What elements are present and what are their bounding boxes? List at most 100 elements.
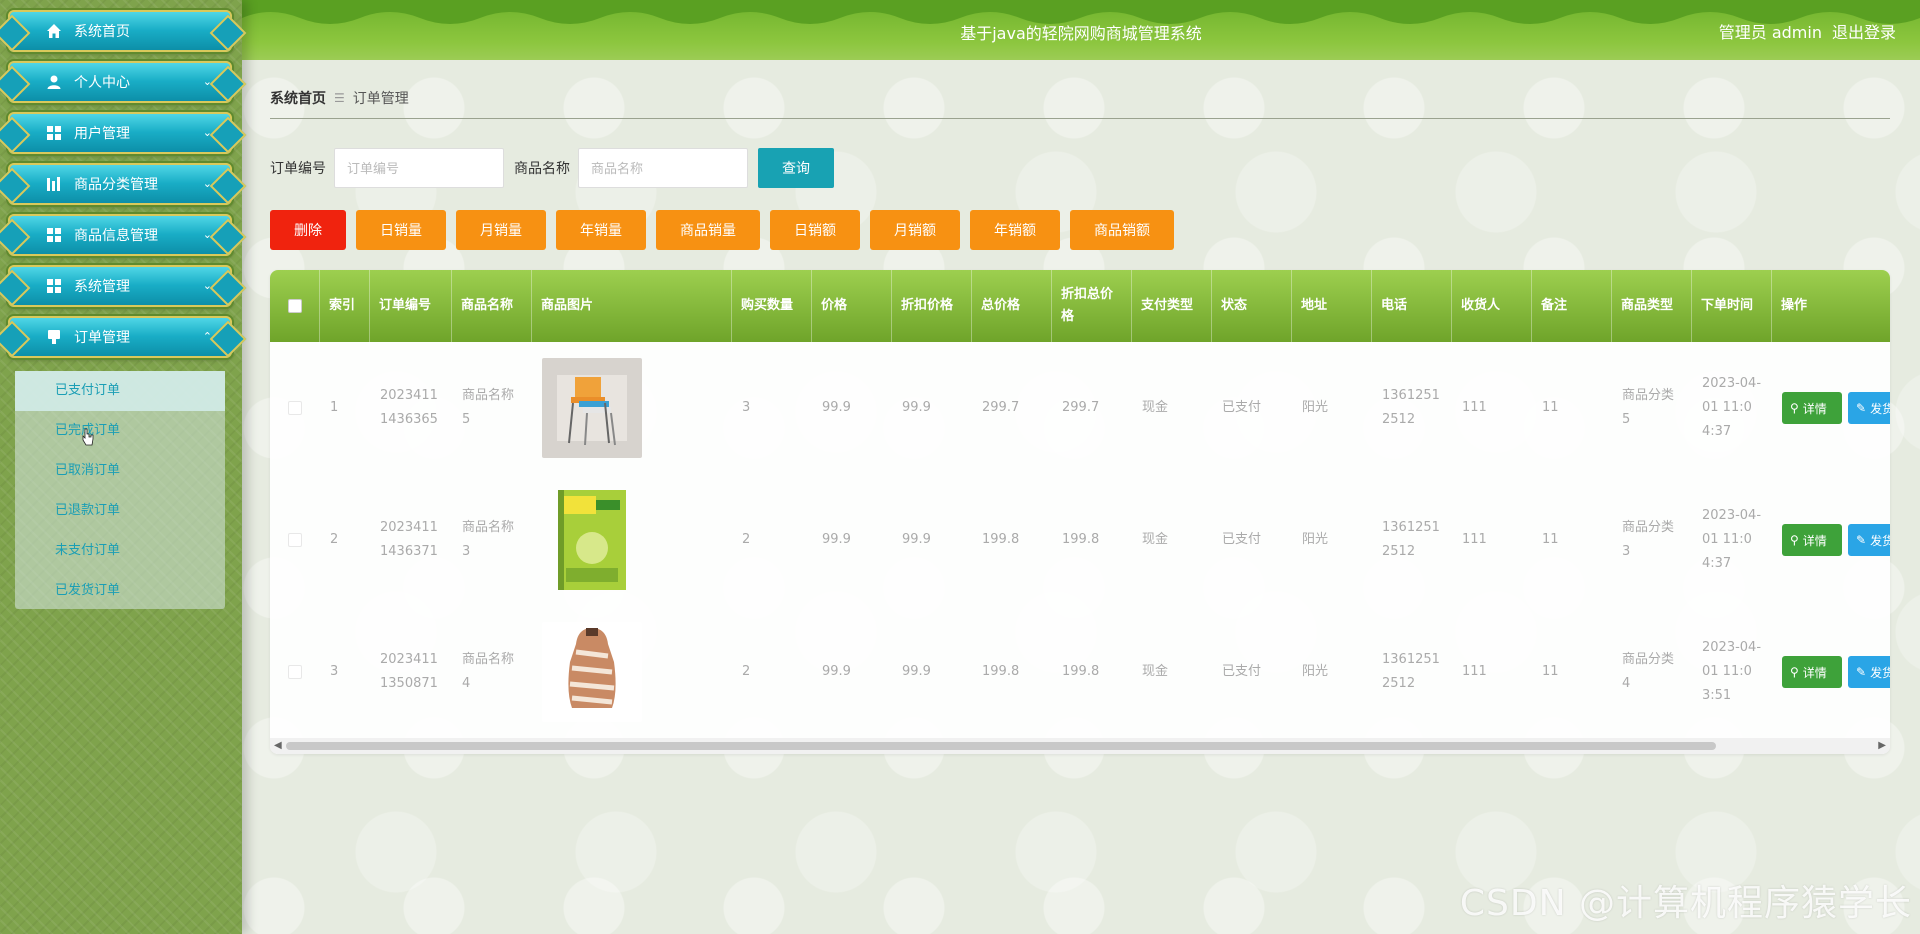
yearly-sales-qty-button[interactable]: 年销量 bbox=[556, 210, 646, 250]
product-sales-amount-button[interactable]: 商品销额 bbox=[1070, 210, 1174, 250]
cell-order-no: 20234111436371 bbox=[380, 520, 438, 559]
header-receiver: 收货人 bbox=[1452, 270, 1532, 342]
header-status: 状态 bbox=[1212, 270, 1292, 342]
submenu-item-cancelled[interactable]: 已取消订单 bbox=[15, 451, 225, 491]
detail-button[interactable]: ⚲ 详情 bbox=[1782, 656, 1842, 688]
ship-button[interactable]: ✎ 发货 bbox=[1848, 392, 1890, 424]
grid-icon bbox=[46, 278, 62, 294]
monthly-sales-qty-button[interactable]: 月销量 bbox=[456, 210, 546, 250]
header-select-all[interactable] bbox=[270, 270, 320, 342]
row-checkbox[interactable] bbox=[270, 474, 320, 606]
detail-button-label: 详情 bbox=[1802, 533, 1827, 548]
horizontal-scrollbar[interactable]: ◀ ▶ bbox=[270, 738, 1890, 754]
cell-discount-price: 99.9 bbox=[902, 400, 931, 415]
cell-remark: 11 bbox=[1542, 664, 1559, 679]
cell-remark: 11 bbox=[1542, 532, 1559, 547]
breadcrumb-separator: ☰ bbox=[334, 91, 345, 105]
header-discount-total: 折扣总价格 bbox=[1052, 270, 1132, 342]
header-qty: 购买数量 bbox=[732, 270, 812, 342]
cell-qty: 2 bbox=[742, 664, 751, 679]
submenu-item-unpaid[interactable]: 未支付订单 bbox=[15, 531, 225, 571]
chart-icon bbox=[46, 176, 62, 192]
product-image-backpack bbox=[542, 622, 642, 722]
ship-button-label: 发货 bbox=[1870, 401, 1890, 416]
header-order-time: 下单时间 bbox=[1692, 270, 1772, 342]
cell-product-name: 商品名称5 bbox=[462, 388, 515, 427]
sidebar-item-label: 系统首页 bbox=[74, 24, 130, 40]
delete-button[interactable]: 删除 bbox=[270, 210, 346, 250]
cell-product-image bbox=[532, 606, 732, 738]
cell-order-no: 20234111436365 bbox=[380, 388, 438, 427]
breadcrumb-home[interactable]: 系统首页 bbox=[270, 88, 326, 108]
sidebar-item-orders[interactable]: 订单管理 ⌃ bbox=[8, 316, 232, 358]
cell-phone: 13612512512 bbox=[1382, 520, 1440, 559]
search-icon: ⚲ bbox=[1790, 401, 1799, 415]
daily-sales-qty-button[interactable]: 日销量 bbox=[356, 210, 446, 250]
sidebar-item-label: 用户管理 bbox=[74, 126, 130, 142]
submenu-item-refunded[interactable]: 已退款订单 bbox=[15, 491, 225, 531]
search-button[interactable]: 查询 bbox=[758, 148, 834, 188]
sidebar-item-profile[interactable]: 个人中心 ⌄ bbox=[8, 61, 232, 103]
cell-product-image bbox=[532, 474, 732, 606]
cell-address: 阳光 bbox=[1302, 664, 1329, 679]
sidebar-item-category[interactable]: 商品分类管理 ⌄ bbox=[8, 163, 232, 205]
submenu-item-shipped[interactable]: 已发货订单 bbox=[15, 571, 225, 611]
daily-sales-amount-button[interactable]: 日销额 bbox=[770, 210, 860, 250]
monthly-sales-amount-button[interactable]: 月销额 bbox=[870, 210, 960, 250]
product-name-input[interactable] bbox=[578, 148, 748, 188]
order-no-input[interactable] bbox=[334, 148, 504, 188]
header-category: 商品类型 bbox=[1612, 270, 1692, 342]
header-order-no: 订单编号 bbox=[370, 270, 452, 342]
row-checkbox[interactable] bbox=[270, 342, 320, 474]
cell-discount-price: 99.9 bbox=[902, 532, 931, 547]
scroll-left-arrow-icon[interactable]: ◀ bbox=[274, 740, 282, 751]
main-content: 系统首页 ☰ 订单管理 订单编号 商品名称 查询 删除 日销量 月销量 年销量 … bbox=[242, 60, 1920, 934]
sidebar-item-products[interactable]: 商品信息管理 ⌄ bbox=[8, 214, 232, 256]
hand-cursor-icon bbox=[82, 428, 94, 446]
sidebar-item-users[interactable]: 用户管理 ⌄ bbox=[8, 112, 232, 154]
row-checkbox[interactable] bbox=[270, 606, 320, 738]
scroll-right-arrow-icon[interactable]: ▶ bbox=[1878, 740, 1886, 751]
cell-pay-type: 现金 bbox=[1142, 532, 1169, 547]
edit-icon: ✎ bbox=[1856, 401, 1867, 415]
ship-button[interactable]: ✎ 发货 bbox=[1848, 656, 1890, 688]
header-phone: 电话 bbox=[1372, 270, 1452, 342]
cell-price: 99.9 bbox=[822, 400, 851, 415]
cell-pay-type: 现金 bbox=[1142, 400, 1169, 415]
ship-button[interactable]: ✎ 发货 bbox=[1848, 524, 1890, 556]
ship-button-label: 发货 bbox=[1870, 665, 1890, 680]
cell-order-time: 2023-04-01 11:03:51 bbox=[1702, 640, 1762, 703]
cell-status: 已支付 bbox=[1222, 532, 1262, 547]
edit-icon: ✎ bbox=[1856, 533, 1867, 547]
header-product-name: 商品名称 bbox=[452, 270, 532, 342]
search-icon: ⚲ bbox=[1790, 665, 1799, 679]
sidebar-item-label: 系统管理 bbox=[74, 279, 130, 295]
scrollbar-thumb[interactable] bbox=[286, 742, 1716, 750]
order-no-label: 订单编号 bbox=[270, 161, 326, 177]
header-total: 总价格 bbox=[972, 270, 1052, 342]
cell-category: 商品分类3 bbox=[1622, 520, 1675, 559]
cell-product-image bbox=[532, 342, 732, 474]
submenu-item-completed[interactable]: 已完成订单 bbox=[15, 411, 225, 451]
logout-link[interactable]: 退出登录 bbox=[1832, 19, 1896, 43]
cell-order-time: 2023-04-01 11:04:37 bbox=[1702, 508, 1762, 571]
current-user: 管理员 admin bbox=[1718, 23, 1822, 42]
cell-address: 阳光 bbox=[1302, 532, 1329, 547]
cell-receiver: 111 bbox=[1462, 400, 1487, 415]
chevron-down-icon: ⌄ bbox=[202, 177, 212, 190]
sidebar-item-system[interactable]: 系统管理 ⌄ bbox=[8, 265, 232, 307]
sidebar-item-label: 商品信息管理 bbox=[74, 228, 158, 244]
detail-button[interactable]: ⚲ 详情 bbox=[1782, 392, 1842, 424]
yearly-sales-amount-button[interactable]: 年销额 bbox=[970, 210, 1060, 250]
submenu-item-paid[interactable]: 已支付订单 bbox=[15, 371, 225, 411]
table-row: 1 20234111436365 商品名称5 3 99.9 99.9 299.7… bbox=[270, 342, 1890, 474]
cell-discount-total: 299.7 bbox=[1062, 400, 1100, 415]
sidebar-item-home[interactable]: 系统首页 bbox=[8, 10, 232, 52]
detail-button[interactable]: ⚲ 详情 bbox=[1782, 524, 1842, 556]
cell-phone: 13612512512 bbox=[1382, 388, 1440, 427]
cell-address: 阳光 bbox=[1302, 400, 1329, 415]
user-icon bbox=[46, 74, 62, 90]
action-toolbar: 删除 日销量 月销量 年销量 商品销量 日销额 月销额 年销额 商品销额 bbox=[270, 210, 1174, 250]
product-sales-qty-button[interactable]: 商品销量 bbox=[656, 210, 760, 250]
sidebar-item-label: 订单管理 bbox=[74, 330, 130, 346]
